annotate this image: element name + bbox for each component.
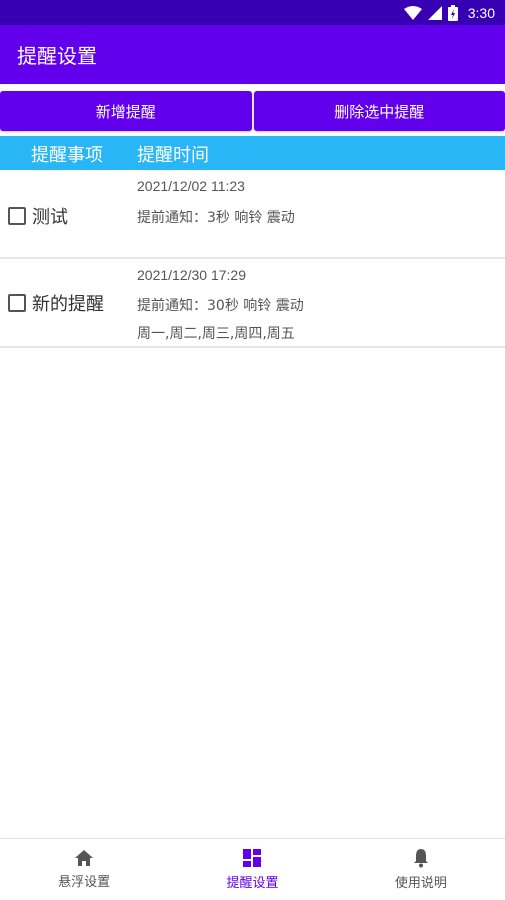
reminder-checkbox[interactable]: [8, 294, 26, 312]
dashboard-icon: [243, 849, 262, 867]
column-header-item: 提醒事项: [31, 145, 103, 166]
table-header: 提醒事项 提醒时间: [0, 136, 505, 170]
reminder-name: 测试: [32, 207, 68, 228]
action-row: 新增提醒 删除选中提醒: [0, 91, 505, 131]
reminder-repeat-days: 周一,周二,周三,周四,周五: [137, 326, 295, 342]
cellular-signal-icon: [427, 5, 442, 20]
reminder-notice: 提前通知：30秒 响铃 震动: [137, 298, 304, 314]
bottom-navigation: 悬浮设置 提醒设置 使用说明: [0, 838, 505, 900]
nav-item-label: 悬浮设置: [58, 875, 111, 890]
reminder-row[interactable]: 测试 2021/12/02 11:23 提前通知：3秒 响铃 震动: [0, 170, 505, 259]
nav-item-label: 使用说明: [394, 876, 447, 891]
status-bar: 3:30: [0, 0, 505, 25]
reminder-datetime: 2021/12/30 17:29: [137, 267, 246, 283]
column-header-time: 提醒时间: [137, 145, 209, 166]
bell-icon: [413, 849, 428, 868]
nav-item-float-settings[interactable]: 悬浮设置: [0, 839, 168, 900]
add-reminder-button[interactable]: 新增提醒: [0, 91, 252, 131]
nav-item-reminder-settings[interactable]: 提醒设置: [168, 839, 336, 900]
nav-item-instructions[interactable]: 使用说明: [337, 839, 505, 900]
reminder-notice: 提前通知：3秒 响铃 震动: [137, 210, 295, 226]
reminder-name: 新的提醒: [32, 294, 104, 315]
reminder-datetime: 2021/12/02 11:23: [137, 178, 245, 194]
battery-charging-icon: [447, 4, 458, 21]
home-icon: [75, 850, 94, 866]
reminder-list: 测试 2021/12/02 11:23 提前通知：3秒 响铃 震动 新的提醒 2…: [0, 170, 505, 348]
reminder-row[interactable]: 新的提醒 2021/12/30 17:29 提前通知：30秒 响铃 震动 周一,…: [0, 259, 505, 348]
reminder-checkbox[interactable]: [8, 207, 26, 225]
wifi-icon: [403, 5, 422, 20]
nav-item-label: 提醒设置: [226, 876, 279, 891]
status-time: 3:30: [467, 4, 495, 21]
app-bar: 提醒设置: [0, 25, 505, 84]
page-title: 提醒设置: [17, 44, 97, 68]
delete-selected-reminders-button[interactable]: 删除选中提醒: [253, 91, 505, 131]
